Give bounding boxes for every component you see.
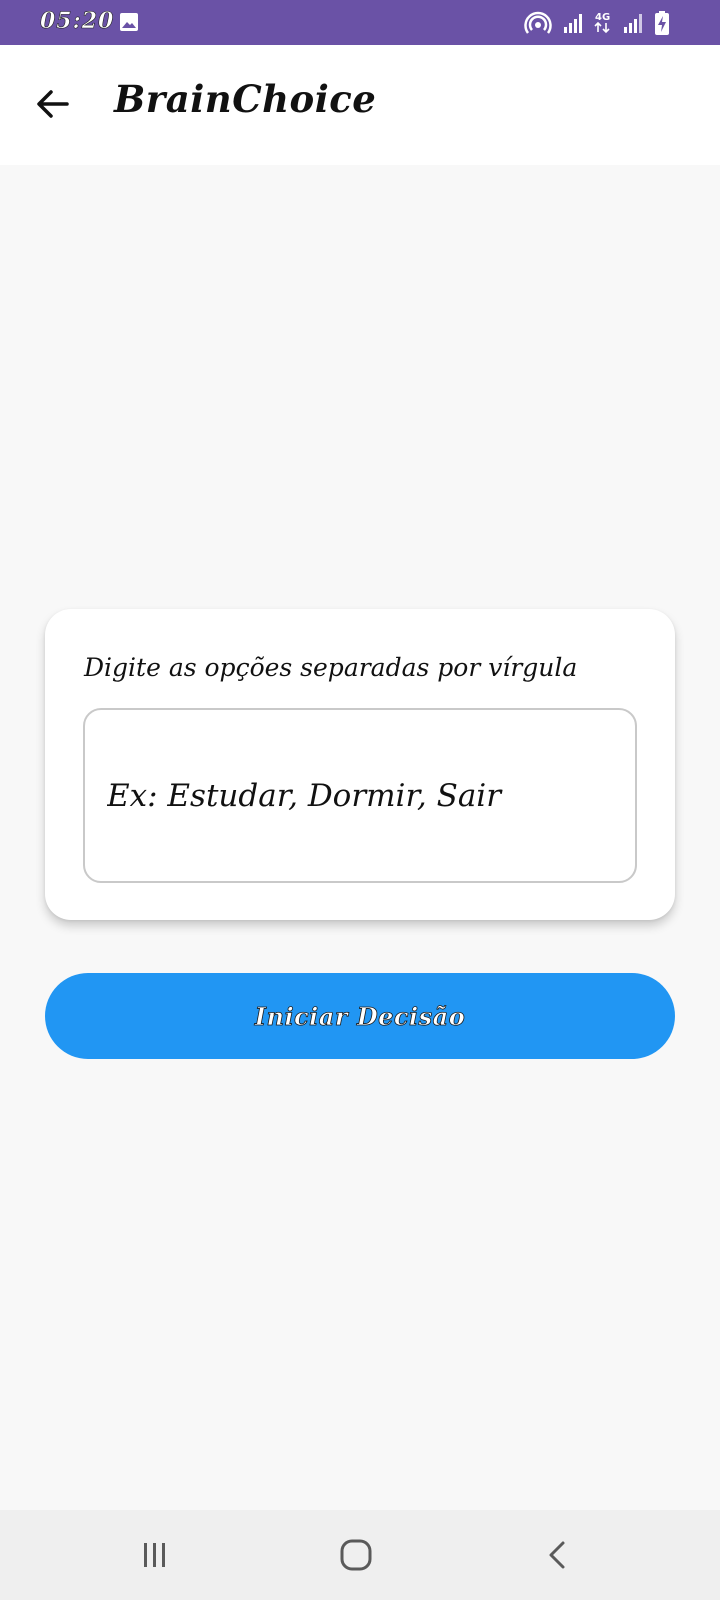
4g-icon: 4G bbox=[594, 10, 612, 36]
status-time: 05:20 bbox=[40, 8, 115, 35]
app-title: BrainChoice bbox=[114, 77, 377, 121]
status-icons: 4G bbox=[524, 9, 670, 37]
back-icon[interactable] bbox=[528, 1530, 588, 1580]
recent-apps-icon[interactable] bbox=[125, 1530, 185, 1580]
screen: 05:20 4G BrainChoice Digite as opções se… bbox=[0, 0, 720, 1600]
hotspot-icon bbox=[524, 9, 552, 37]
gallery-icon bbox=[119, 12, 139, 32]
battery-charging-icon bbox=[654, 10, 670, 36]
svg-text:4G: 4G bbox=[595, 12, 610, 23]
options-card: Digite as opções separadas por vírgula bbox=[45, 609, 675, 920]
start-decision-label: Iniciar Decisão bbox=[254, 1001, 466, 1031]
home-icon[interactable] bbox=[326, 1530, 386, 1580]
options-input[interactable] bbox=[83, 708, 637, 883]
signal-icon bbox=[622, 12, 644, 34]
signal-icon bbox=[562, 12, 584, 34]
status-bar: 05:20 4G bbox=[0, 0, 720, 45]
start-decision-button[interactable]: Iniciar Decisão bbox=[45, 973, 675, 1059]
navigation-bar bbox=[0, 1510, 720, 1600]
arrow-left-icon[interactable] bbox=[32, 83, 74, 125]
options-label: Digite as opções separadas por vírgula bbox=[84, 653, 578, 682]
app-bar: BrainChoice bbox=[0, 45, 720, 165]
